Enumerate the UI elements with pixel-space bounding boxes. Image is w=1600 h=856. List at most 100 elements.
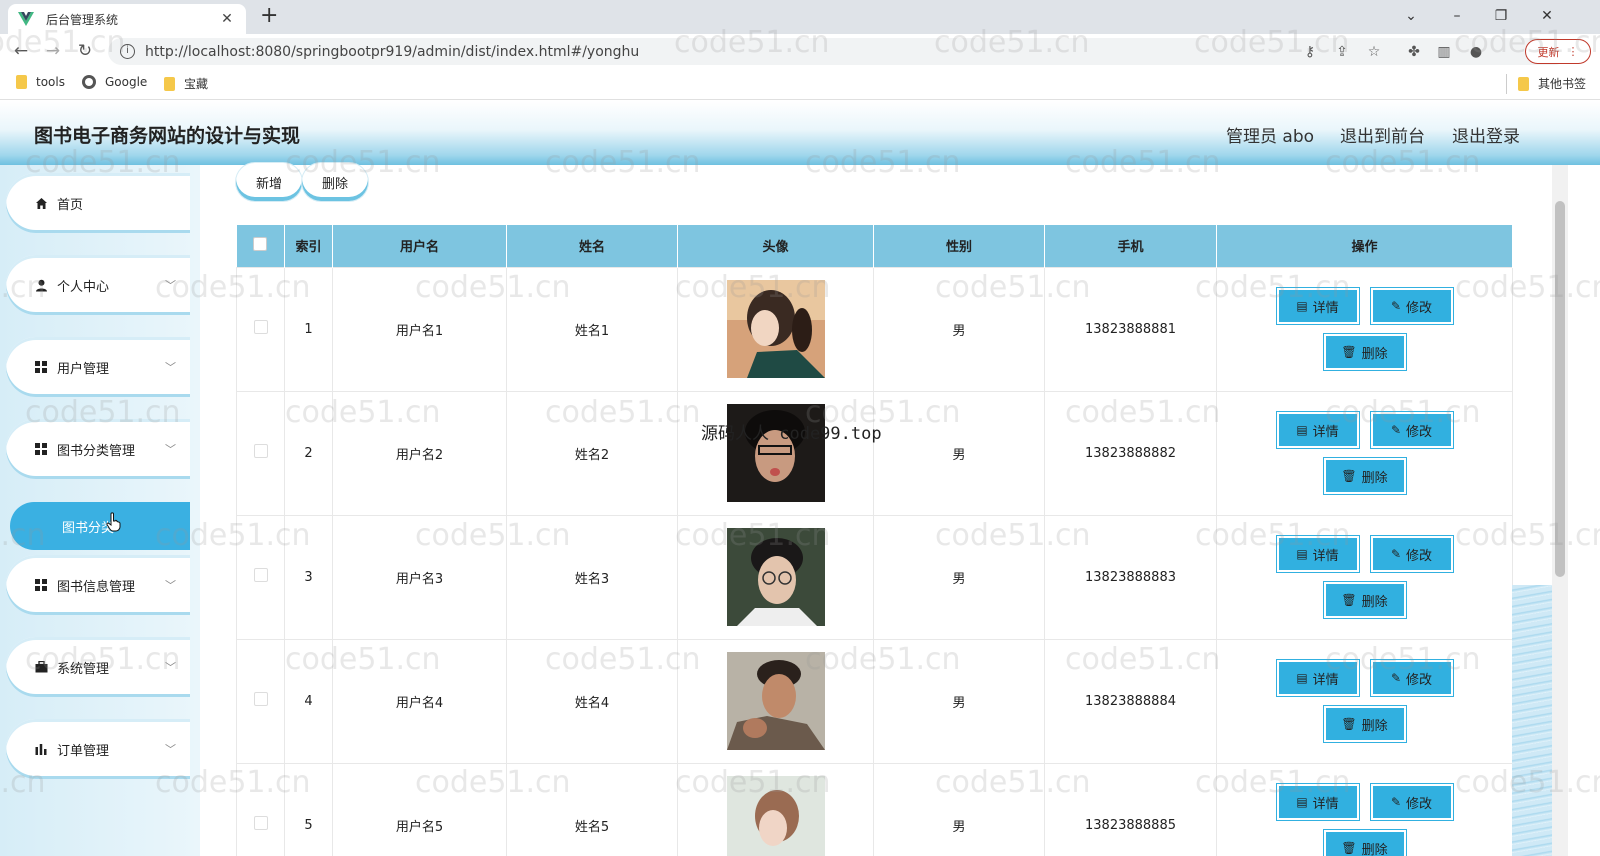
sidebar-item-system[interactable]: 系统管理 ﹀ <box>6 637 190 697</box>
detail-button[interactable]: ▤ 详情 <box>1276 660 1359 696</box>
folder-icon <box>16 75 27 89</box>
trash-icon: 🗑 <box>1341 469 1357 483</box>
sidebar-item-book-category[interactable]: 图书分类管理 ﹀ <box>6 419 190 479</box>
sidebar-subitem-book-category[interactable]: 图书分类 <box>10 502 190 550</box>
index-cell: 5 <box>284 762 333 856</box>
detail-label: 详情 <box>1312 548 1339 564</box>
detail-button[interactable]: ▤ 详情 <box>1276 412 1359 448</box>
avatar-cell <box>677 390 874 516</box>
row-checkbox[interactable] <box>253 816 268 830</box>
admin-label: 管理员 abo <box>1226 127 1315 147</box>
gender-cell: 男 <box>873 762 1045 856</box>
logout-link[interactable]: 退出登录 <box>1452 122 1520 147</box>
document-icon: ▤ <box>1296 547 1308 561</box>
row-select-cell <box>236 638 285 764</box>
back-icon[interactable]: ← <box>10 40 32 62</box>
pencil-icon: ✎ <box>1390 547 1402 561</box>
row-checkbox[interactable] <box>253 568 268 582</box>
side-panel-icon[interactable]: ▥ <box>1434 42 1454 62</box>
bookmark-star-icon[interactable]: ☆ <box>1364 42 1384 62</box>
delete-label: 删除 <box>1361 594 1388 610</box>
maximize-icon[interactable]: ❐ <box>1478 4 1524 28</box>
user-icon <box>34 278 48 292</box>
extensions-icon[interactable]: ✤ <box>1404 42 1424 62</box>
edit-button[interactable]: ✎ 修改 <box>1370 412 1453 448</box>
page-scrollbar[interactable] <box>1552 165 1568 856</box>
site-info-icon[interactable]: i <box>120 44 135 59</box>
operations-cell: ▤ 详情 ✎ 修改 🗑 删除 <box>1216 638 1513 764</box>
bookmark-tools[interactable]: tools <box>16 75 65 89</box>
delete-label: 删除 <box>1361 842 1388 856</box>
bookmark-label: Google <box>105 75 148 89</box>
delete-button[interactable]: 🗑 删除 <box>1323 830 1406 856</box>
share-icon[interactable]: ⇪ <box>1332 42 1352 62</box>
exit-to-front-link[interactable]: 退出到前台 <box>1340 122 1425 147</box>
address-url[interactable]: http://localhost:8080/springbootpr919/ad… <box>145 44 639 60</box>
edit-button[interactable]: ✎ 修改 <box>1370 784 1453 820</box>
forward-icon[interactable]: → <box>42 40 64 62</box>
edit-button[interactable]: ✎ 修改 <box>1370 288 1453 324</box>
delete-button[interactable]: 🗑 删除 <box>1323 458 1406 494</box>
browser-tab[interactable]: 后台管理系统 ✕ <box>8 4 246 34</box>
new-tab-icon[interactable]: + <box>260 5 278 27</box>
row-checkbox[interactable] <box>253 320 268 334</box>
pencil-icon: ✎ <box>1390 795 1402 809</box>
sidebar-item-home[interactable]: 首页 <box>6 173 190 233</box>
update-button[interactable]: 更新 ⋮ <box>1525 39 1591 64</box>
edit-label: 修改 <box>1406 424 1433 440</box>
username-cell: 用户名2 <box>332 390 507 516</box>
delete-button[interactable]: 🗑 删除 <box>1323 334 1406 370</box>
tab-title: 后台管理系统 <box>46 12 119 27</box>
column-header: 性别 <box>873 225 1045 267</box>
operations-cell: ▤ 详情 ✎ 修改 🗑 删除 <box>1216 762 1513 856</box>
browser-toolbar: ← → ↻ i http://localhost:8080/springboot… <box>0 34 1600 68</box>
profile-icon[interactable]: ● <box>1466 42 1486 62</box>
grid-icon <box>34 360 48 374</box>
select-all-checkbox[interactable] <box>253 236 268 251</box>
bookmark-separator <box>1506 74 1507 94</box>
tab-search-icon[interactable]: ⌄ <box>1388 4 1434 28</box>
sidebar-item-orders[interactable]: 订单管理 ﹀ <box>6 719 190 779</box>
column-header: 用户名 <box>332 225 507 267</box>
sidebar-item-profile[interactable]: 个人中心 ﹀ <box>6 255 190 315</box>
avatar-cell <box>677 762 874 856</box>
reload-icon[interactable]: ↻ <box>74 40 96 62</box>
edit-label: 修改 <box>1406 548 1433 564</box>
table-row: 5 用户名5 姓名5 男 13823888885 ▤ 详情 ✎ 修改 🗑 删除 <box>236 762 1513 856</box>
close-window-icon[interactable]: ✕ <box>1524 4 1570 28</box>
tab-close-icon[interactable]: ✕ <box>218 11 236 27</box>
bookmark-label: tools <box>36 75 65 89</box>
scrollbar-thumb[interactable] <box>1555 201 1565 577</box>
minimize-icon[interactable]: – <box>1434 4 1480 28</box>
chevron-down-icon: ﹀ <box>165 443 176 456</box>
index-cell: 2 <box>284 390 333 516</box>
row-select-cell <box>236 390 285 516</box>
row-checkbox[interactable] <box>253 444 268 458</box>
detail-button[interactable]: ▤ 详情 <box>1276 784 1359 820</box>
document-icon: ▤ <box>1296 423 1308 437</box>
chevron-down-icon: ﹀ <box>165 661 176 674</box>
key-icon[interactable]: ⚷ <box>1300 42 1320 62</box>
column-header: 索引 <box>284 225 333 267</box>
bookmark-treasure[interactable]: 宝藏 <box>164 75 208 92</box>
bookmark-other[interactable]: 其他书签 <box>1518 75 1586 92</box>
edit-button[interactable]: ✎ 修改 <box>1370 536 1453 572</box>
edit-label: 修改 <box>1406 796 1433 812</box>
sidebar-item-users[interactable]: 用户管理 ﹀ <box>6 337 190 397</box>
add-button[interactable]: 新增 <box>236 163 302 201</box>
detail-button[interactable]: ▤ 详情 <box>1276 288 1359 324</box>
name-cell: 姓名5 <box>506 762 678 856</box>
edit-button[interactable]: ✎ 修改 <box>1370 660 1453 696</box>
bookmarks-bar: tools Google 宝藏 其他书签 <box>0 68 1600 100</box>
detail-button[interactable]: ▤ 详情 <box>1276 536 1359 572</box>
delete-button[interactable]: 🗑 删除 <box>1323 706 1406 742</box>
avatar <box>726 776 825 856</box>
bookmark-google[interactable]: Google <box>82 75 147 89</box>
batch-delete-button[interactable]: 删除 <box>302 163 368 201</box>
column-header: 姓名 <box>506 225 678 267</box>
delete-button[interactable]: 🗑 删除 <box>1323 582 1406 618</box>
sidebar-item-book-info[interactable]: 图书信息管理 ﹀ <box>6 555 190 615</box>
phone-cell: 13823888884 <box>1044 638 1217 764</box>
row-checkbox[interactable] <box>253 692 268 706</box>
bookmark-label: 其他书签 <box>1538 77 1587 91</box>
